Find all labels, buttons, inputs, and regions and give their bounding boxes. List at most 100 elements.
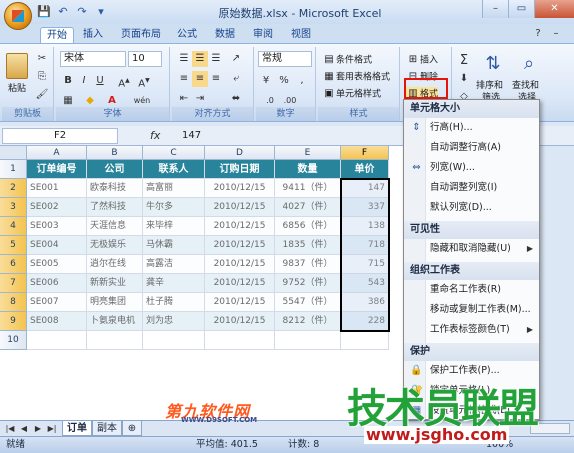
table-cell[interactable]: 逍尔在线: [87, 255, 143, 274]
table-cell[interactable]: 8212（件）: [275, 312, 341, 331]
table-cell[interactable]: 718: [341, 236, 389, 255]
number-format-select[interactable]: 常规: [258, 51, 312, 67]
orientation-icon[interactable]: ↗: [228, 51, 244, 67]
table-cell[interactable]: 2010/12/15: [205, 312, 275, 331]
align-top-icon[interactable]: ☰: [176, 51, 192, 67]
ribbon-minimize-icon[interactable]: –: [548, 26, 564, 42]
menu-item[interactable]: 默认列宽(D)...: [404, 198, 539, 217]
format-painter-icon[interactable]: 🖌: [34, 87, 50, 103]
cell-styles-button[interactable]: ▣ 单元格样式: [322, 87, 381, 102]
empty-cell[interactable]: [143, 331, 205, 350]
table-cell[interactable]: SE008: [27, 312, 87, 331]
table-cell[interactable]: 刘为忠: [143, 312, 205, 331]
menu-item[interactable]: 工作表标签颜色(T) ▶: [404, 320, 539, 339]
insert-function-button[interactable]: fx: [150, 128, 168, 144]
table-cell[interactable]: SE007: [27, 293, 87, 312]
menu-item[interactable]: 自动调整列宽(I): [404, 178, 539, 197]
paste-button[interactable]: 粘贴: [8, 82, 26, 96]
tab-data[interactable]: 数据: [210, 27, 240, 43]
row-header-5[interactable]: 5: [0, 236, 27, 255]
empty-cell[interactable]: [87, 331, 143, 350]
table-cell[interactable]: 2010/12/15: [205, 274, 275, 293]
table-cell[interactable]: 牛尔多: [143, 198, 205, 217]
row-header-6[interactable]: 6: [0, 255, 27, 274]
font-name-select[interactable]: 宋体: [60, 51, 126, 67]
align-middle-icon[interactable]: ☰: [192, 51, 208, 67]
table-cell[interactable]: 高富丽: [143, 179, 205, 198]
table-cell[interactable]: 龚辛: [143, 274, 205, 293]
empty-cell[interactable]: [27, 331, 87, 350]
autosum-button[interactable]: Σ: [456, 53, 472, 69]
empty-cell[interactable]: [275, 331, 341, 350]
empty-cell[interactable]: [341, 331, 389, 350]
cut-icon[interactable]: ✂: [34, 51, 50, 67]
column-header-a[interactable]: A: [27, 146, 87, 160]
table-cell[interactable]: 2010/12/15: [205, 293, 275, 312]
sheet-tab-order[interactable]: 订单: [62, 421, 92, 436]
table-cell[interactable]: 386: [341, 293, 389, 312]
name-box[interactable]: F2: [2, 128, 118, 144]
row-header-8[interactable]: 8: [0, 293, 27, 312]
italic-button[interactable]: I: [76, 73, 92, 89]
office-button[interactable]: [4, 2, 32, 30]
row-header-9[interactable]: 9: [0, 312, 27, 331]
percent-button[interactable]: %: [276, 73, 292, 89]
bold-button[interactable]: B: [60, 73, 76, 89]
tab-insert[interactable]: 插入: [78, 27, 108, 43]
table-cell[interactable]: 1835（件）: [275, 236, 341, 255]
table-cell[interactable]: 高露洁: [143, 255, 205, 274]
header-cell[interactable]: 单价: [341, 160, 389, 179]
tab-formulas[interactable]: 公式: [172, 27, 202, 43]
tab-page-layout[interactable]: 页面布局: [116, 27, 166, 43]
help-icon[interactable]: ?: [530, 26, 546, 42]
row-header-2[interactable]: 2: [0, 179, 27, 198]
table-cell[interactable]: 5547（件）: [275, 293, 341, 312]
table-cell[interactable]: 4027（件）: [275, 198, 341, 217]
table-cell[interactable]: 9837（件）: [275, 255, 341, 274]
find-select-icon[interactable]: ⌕: [516, 53, 542, 79]
conditional-formatting-button[interactable]: ▤ 条件格式: [322, 53, 372, 68]
table-cell[interactable]: 2010/12/15: [205, 198, 275, 217]
column-header-e[interactable]: E: [275, 146, 341, 160]
table-cell[interactable]: 2010/12/15: [205, 236, 275, 255]
table-cell[interactable]: 2010/12/15: [205, 217, 275, 236]
format-as-table-button[interactable]: ▦ 套用表格格式: [322, 70, 390, 85]
table-cell[interactable]: 欧泰科技: [87, 179, 143, 198]
tab-view[interactable]: 视图: [286, 27, 316, 43]
minimize-button[interactable]: –: [482, 0, 508, 18]
font-size-select[interactable]: 10: [128, 51, 162, 67]
table-cell[interactable]: SE004: [27, 236, 87, 255]
empty-cell[interactable]: [205, 331, 275, 350]
header-cell[interactable]: 联系人: [143, 160, 205, 179]
wrap-text-icon[interactable]: ⤶: [228, 71, 244, 87]
currency-icon[interactable]: ¥: [258, 73, 274, 89]
table-cell[interactable]: 9411（件）: [275, 179, 341, 198]
table-cell[interactable]: 2010/12/15: [205, 255, 275, 274]
table-cell[interactable]: SE006: [27, 274, 87, 293]
table-cell[interactable]: 来毕梓: [143, 217, 205, 236]
redo-icon[interactable]: ↷: [74, 4, 90, 20]
align-bottom-icon[interactable]: ☰: [208, 51, 224, 67]
column-header-c[interactable]: C: [143, 146, 205, 160]
copy-icon[interactable]: ⎘: [34, 69, 50, 85]
tab-review[interactable]: 审阅: [248, 27, 278, 43]
insert-sheet-icon[interactable]: ⊕: [122, 421, 142, 436]
customize-icon[interactable]: ▾: [93, 4, 109, 20]
table-cell[interactable]: 卜氨泉电机: [87, 312, 143, 331]
table-cell[interactable]: 6856（件）: [275, 217, 341, 236]
merge-center-icon[interactable]: ⬌: [228, 91, 244, 107]
paste-icon[interactable]: [6, 53, 28, 79]
row-header-4[interactable]: 4: [0, 217, 27, 236]
table-cell[interactable]: 新新实业: [87, 274, 143, 293]
table-cell[interactable]: 天涯信息: [87, 217, 143, 236]
align-center-icon[interactable]: ≡: [192, 71, 208, 87]
undo-icon[interactable]: ↶: [55, 4, 71, 20]
table-cell[interactable]: 了然科技: [87, 198, 143, 217]
row-header-1[interactable]: 1: [0, 160, 27, 179]
table-cell[interactable]: 马休霸: [143, 236, 205, 255]
header-cell[interactable]: 订购日期: [205, 160, 275, 179]
table-cell[interactable]: 228: [341, 312, 389, 331]
save-icon[interactable]: 💾: [36, 4, 52, 20]
last-sheet-icon[interactable]: ▶|: [44, 421, 60, 436]
align-left-icon[interactable]: ≡: [176, 71, 192, 87]
